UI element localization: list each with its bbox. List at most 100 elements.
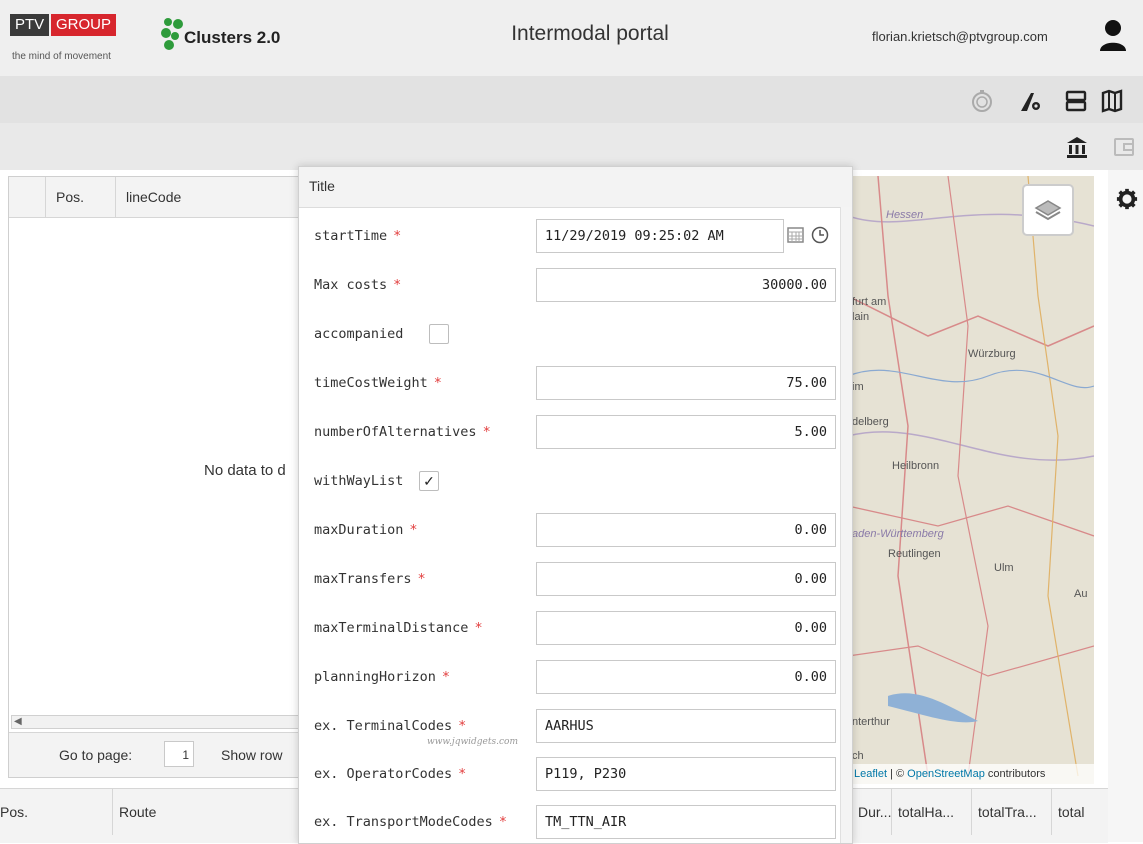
map-label: nterthur	[852, 716, 890, 728]
user-email[interactable]: florian.krietsch@ptvgroup.com	[872, 29, 1048, 44]
transport-mode-codes-input[interactable]: TM_TTN_AIR	[536, 805, 836, 839]
map-view[interactable]: Hessen furt am lain Würzburg im delberg …	[848, 176, 1094, 784]
accompanied-checkbox[interactable]	[429, 324, 449, 344]
field-label-text: startTime	[314, 228, 388, 244]
max-transfers-input[interactable]: 0.00	[536, 562, 836, 596]
column-header-route[interactable]: Route	[112, 789, 298, 835]
clusters-title: Clusters 2.0	[184, 28, 281, 47]
column-header-total[interactable]: total	[1051, 789, 1108, 835]
map-label: ch	[852, 750, 864, 762]
map-label: Hessen	[886, 209, 924, 221]
dialog-title: Title	[309, 178, 335, 194]
column-header-linecode[interactable]: lineCode	[115, 177, 303, 217]
main-toolbar	[0, 76, 1143, 123]
attribution-tail: contributors	[984, 768, 1046, 780]
column-header-duration[interactable]: Dur...	[851, 789, 891, 835]
dialog-scrollbar[interactable]	[840, 207, 852, 843]
field-label: timeCostWeight *	[314, 375, 442, 391]
required-marker: *	[482, 424, 491, 440]
field-label-text: ex. TerminalCodes	[314, 718, 453, 734]
clock-icon[interactable]	[809, 219, 831, 251]
gear-icon[interactable]	[1116, 188, 1138, 210]
form-row-max-duration: maxDuration * 0.00	[299, 511, 840, 551]
attribution-separator: | ©	[887, 768, 908, 780]
map-label: furt am	[852, 296, 887, 308]
field-label: planningHorizon *	[314, 669, 450, 685]
field-label: numberOfAlternatives *	[314, 424, 491, 440]
field-label: ex. TerminalCodes *	[314, 718, 466, 734]
map-label: Würzburg	[968, 348, 1016, 360]
field-label-text: numberOfAlternatives	[314, 424, 477, 440]
planning-horizon-input[interactable]: 0.00	[536, 660, 836, 694]
form-row-with-way-list: withWayList ✓	[299, 462, 840, 502]
max-costs-input[interactable]: 30000.00	[536, 268, 836, 302]
required-marker: *	[474, 620, 483, 636]
start-time-input[interactable]: 11/29/2019 09:25:02 AM	[536, 219, 784, 253]
field-label: maxTransfers *	[314, 571, 426, 587]
form-row-max-costs: Max costs * 30000.00	[299, 266, 840, 306]
secondary-toolbar	[0, 123, 1143, 170]
page-number-input[interactable]: 1	[164, 741, 194, 767]
page-title: Intermodal portal	[511, 22, 669, 45]
form-row-start-time: startTime * 11/29/2019 09:25:02 AM	[299, 217, 840, 257]
search-parameters-dialog: Title startTime * 11/29/2019 09:25:02 AM …	[298, 166, 853, 844]
operator-codes-input[interactable]: P119, P230	[536, 757, 836, 791]
bank-icon[interactable]	[1065, 135, 1089, 159]
time-cost-weight-input[interactable]: 75.00	[536, 366, 836, 400]
right-sidebar	[1108, 170, 1143, 842]
logo-group-text: GROUP	[51, 14, 117, 36]
dialog-titlebar[interactable]: Title	[299, 167, 852, 208]
column-header-total-transport[interactable]: totalTra...	[971, 789, 1051, 835]
leaflet-link[interactable]: Leaflet	[854, 768, 887, 780]
grid-header: Pos. lineCode	[9, 177, 303, 218]
max-duration-input[interactable]: 0.00	[536, 513, 836, 547]
required-marker: *	[458, 718, 467, 734]
column-header-pos[interactable]: Pos.	[0, 789, 112, 835]
max-terminal-distance-input[interactable]: 0.00	[536, 611, 836, 645]
form-row-accompanied: accompanied	[299, 315, 840, 355]
dialog-form: startTime * 11/29/2019 09:25:02 AM Max co…	[299, 207, 840, 843]
map-label: Reutlingen	[888, 548, 941, 560]
with-way-list-checkbox[interactable]: ✓	[419, 471, 439, 491]
layers-button[interactable]	[1022, 184, 1074, 236]
scroll-left-arrow-icon[interactable]: ◀	[14, 716, 22, 728]
field-label: maxDuration *	[314, 522, 418, 538]
user-icon[interactable]	[1098, 18, 1128, 52]
form-row-time-cost-weight: timeCostWeight * 75.00	[299, 364, 840, 404]
form-row-terminal-codes: ex. TerminalCodes * AARHUS	[299, 707, 840, 747]
route-settings-icon[interactable]	[1018, 89, 1042, 113]
empty-message: No data to d	[204, 462, 286, 479]
wallet-icon[interactable]	[1112, 135, 1136, 159]
field-label: ex. TransportModeCodes *	[314, 814, 507, 830]
required-marker: *	[441, 669, 451, 685]
horizontal-scrollbar[interactable]: ◀	[11, 715, 301, 729]
column-header-total-handling[interactable]: totalHa...	[891, 789, 971, 835]
stopwatch-icon[interactable]	[970, 89, 994, 113]
ptv-group-logo[interactable]: PTV GROUP the mind of movement	[10, 14, 142, 64]
logo-ptv-text: PTV	[10, 14, 50, 36]
terminal-codes-input[interactable]: AARHUS	[536, 709, 836, 743]
server-icon[interactable]	[1064, 89, 1088, 113]
form-row-planning-horizon: planningHorizon * 0.00	[299, 658, 840, 698]
map-icon[interactable]	[1100, 89, 1124, 113]
required-marker: *	[417, 571, 426, 587]
map-label: Ulm	[994, 562, 1014, 574]
clusters-logo[interactable]: Clusters 2.0	[160, 14, 300, 60]
field-label-text: Max costs	[314, 277, 388, 293]
required-marker: *	[498, 814, 507, 830]
number-of-alternatives-input[interactable]: 5.00	[536, 415, 836, 449]
map-label: delberg	[852, 416, 889, 428]
field-label-text: timeCostWeight	[314, 375, 428, 391]
form-row-max-terminal-distance: maxTerminalDistance * 0.00	[299, 609, 840, 649]
column-header-pos[interactable]: Pos.	[45, 177, 115, 217]
required-marker: *	[393, 277, 402, 293]
form-row-operator-codes: ex. OperatorCodes * P119, P230	[299, 755, 840, 795]
required-marker: *	[409, 522, 418, 538]
field-label: Max costs *	[314, 277, 401, 293]
form-row-transport-mode-codes: ex. TransportModeCodes * TM_TTN_AIR	[299, 803, 840, 843]
logo-tagline: the mind of movement	[12, 51, 111, 62]
map-label: aden-Württemberg	[852, 528, 944, 540]
calendar-icon[interactable]	[785, 219, 807, 251]
pager-label: Go to page:	[59, 747, 133, 763]
openstreetmap-link[interactable]: OpenStreetMap	[907, 768, 985, 780]
